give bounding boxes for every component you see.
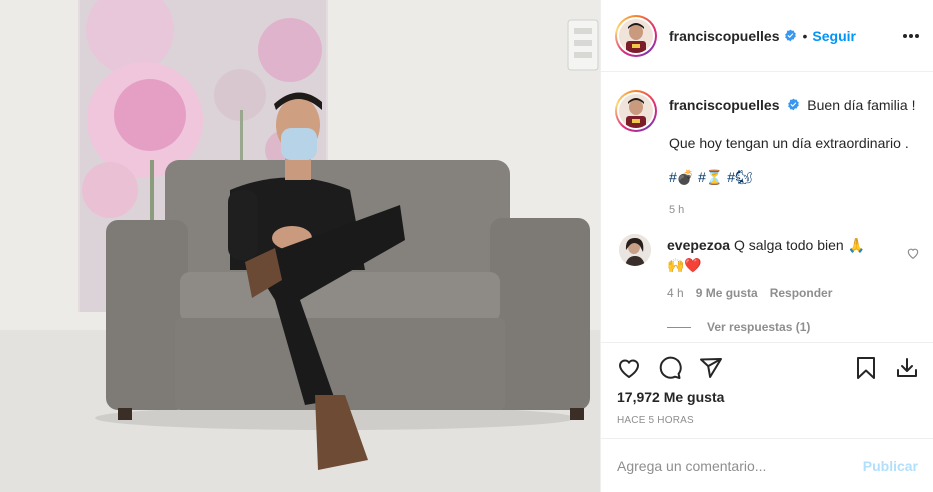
commenter-avatar[interactable]: [619, 234, 651, 266]
replies-divider: [667, 326, 691, 328]
commenter-username[interactable]: evepezoa: [667, 237, 730, 253]
caption-hashtags[interactable]: #💣 #⏳ #🐿: [669, 168, 920, 186]
post-header: franciscopuelles • Seguir: [601, 0, 933, 72]
author-avatar-image: [619, 18, 653, 53]
caption-author-avatar[interactable]: [615, 90, 657, 132]
caption-avatar-image: [619, 94, 653, 128]
paper-plane-icon[interactable]: [699, 356, 723, 380]
comment-text: Q salga todo bien 🙏: [733, 237, 866, 253]
post-side-panel: franciscopuelles • Seguir franciscopuell…: [600, 0, 933, 492]
comment-item: evepezoa Q salga todo bien 🙏 🙌❤️ 4 h 9 M…: [615, 234, 920, 334]
comment-input[interactable]: [617, 457, 863, 474]
comment-emoji-line: 🙌❤️: [667, 257, 702, 273]
heart-icon[interactable]: [617, 356, 641, 380]
view-replies-label: Ver respuestas (1): [707, 320, 811, 334]
bookmark-icon[interactable]: [854, 356, 878, 380]
comment-heart-icon[interactable]: [906, 246, 920, 260]
caption-line-2: Que hoy tengan un día extraordinario .: [669, 135, 909, 151]
author-avatar[interactable]: [615, 14, 657, 57]
post-photo-illustration: [0, 0, 600, 492]
comment-time[interactable]: 4 h: [667, 286, 684, 300]
posted-ago[interactable]: HACE 5 HORAS: [617, 415, 694, 426]
publish-button[interactable]: Publicar: [863, 458, 918, 474]
download-icon[interactable]: [895, 356, 919, 380]
commenter-avatar-image: [619, 234, 651, 266]
caption-username[interactable]: franciscopuelles: [669, 97, 780, 113]
add-comment-bar: Publicar: [601, 438, 933, 492]
comment-bubble-icon[interactable]: [658, 356, 682, 380]
comment-reply-button[interactable]: Responder: [770, 286, 833, 300]
post-caption: franciscopuelles Buen día familia ! Que …: [615, 90, 920, 216]
comment-likes[interactable]: 9 Me gusta: [696, 286, 758, 300]
post-photo[interactable]: [0, 0, 600, 492]
verified-badge-icon: [788, 98, 800, 111]
follow-separator: •: [802, 27, 808, 44]
comment-meta: 4 h 9 Me gusta Responder: [667, 286, 920, 300]
caption-line-1: Buen día familia !: [807, 97, 916, 113]
verified-badge-icon: [784, 29, 796, 42]
instagram-post: franciscopuelles • Seguir franciscopuell…: [0, 0, 933, 492]
more-horizontal-icon[interactable]: [902, 27, 920, 45]
author-username[interactable]: franciscopuelles: [669, 28, 780, 44]
likes-count[interactable]: 17,972 Me gusta: [617, 389, 724, 405]
caption-time[interactable]: 5 h: [669, 204, 920, 216]
post-actions: 17,972 Me gusta HACE 5 HORAS: [601, 342, 933, 426]
follow-button[interactable]: Seguir: [812, 28, 856, 44]
view-replies-button[interactable]: Ver respuestas (1): [667, 320, 920, 334]
